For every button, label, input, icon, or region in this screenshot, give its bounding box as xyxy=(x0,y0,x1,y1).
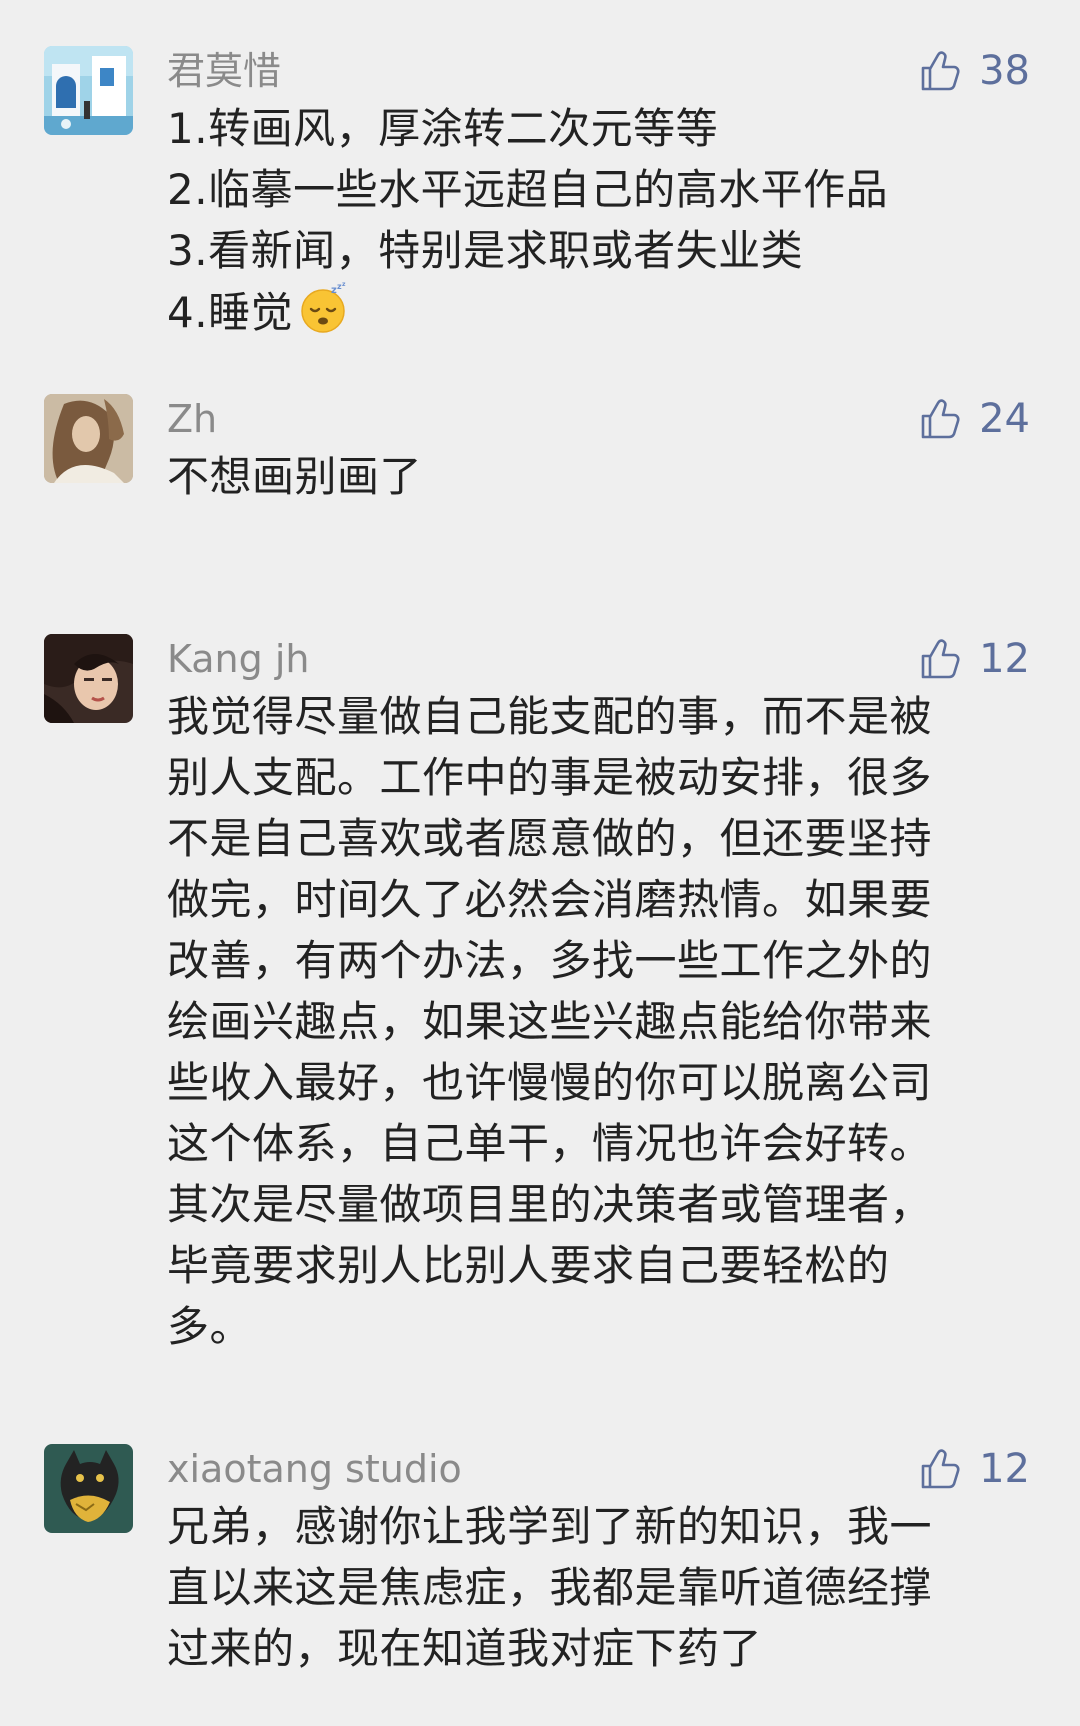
comment-line-with-emoji: 4.睡觉 z z z xyxy=(167,281,1017,343)
like-count: 24 xyxy=(979,396,1030,442)
comment-line: 多。 xyxy=(167,1302,253,1351)
comment-line: 2.临摹一些水平远超自己的高水平作品 xyxy=(167,165,889,214)
thumbs-up-icon xyxy=(921,1449,960,1489)
comment-line: 我觉得尽量做自己能支配的事，而不是被 xyxy=(167,692,933,741)
svg-text:z: z xyxy=(342,281,346,288)
comment-line: 4.睡觉 xyxy=(167,288,294,337)
comment-text: 1.转画风，厚涂转二次元等等 2.临摹一些水平远超自己的高水平作品 3.看新闻，… xyxy=(167,98,1017,343)
comment-text: 我觉得尽量做自己能支配的事，而不是被 别人支配。工作中的事是被动安排，很多 不是… xyxy=(167,686,1017,1357)
comment-line: 做完，时间久了必然会消磨热情。如果要 xyxy=(167,875,933,924)
comment-line: 不想画别画了 xyxy=(167,452,423,501)
avatar[interactable] xyxy=(44,46,133,135)
comment-line: 别人支配。工作中的事是被动安排，很多 xyxy=(167,753,933,802)
username[interactable]: Kang jh xyxy=(167,634,309,684)
comment-line: 过来的，现在知道我对症下药了 xyxy=(167,1624,763,1673)
sleeping-face-emoji: z z z xyxy=(301,281,346,333)
username[interactable]: Zh xyxy=(167,394,217,444)
comment-line: 1.转画风，厚涂转二次元等等 xyxy=(167,104,719,153)
like-count: 12 xyxy=(979,1446,1030,1492)
comment-line: 直以来这是焦虑症，我都是靠听道德经撑 xyxy=(167,1563,933,1612)
like-button[interactable]: 38 xyxy=(919,46,1030,96)
comment-text: 不想画别画了 xyxy=(167,446,1017,507)
comment-line: 毕竟要求别人比别人要求自己要轻松的 xyxy=(167,1241,890,1290)
comment-text: 兄弟，感谢你让我学到了新的知识，我一 直以来这是焦虑症，我都是靠听道德经撑 过来… xyxy=(167,1496,1017,1679)
comment-line: 其次是尽量做项目里的决策者或管理者， xyxy=(167,1180,933,1229)
comment-line: 绘画兴趣点，如果这些兴趣点能给你带来 xyxy=(167,997,933,1046)
like-button[interactable]: 12 xyxy=(919,1444,1030,1494)
comment-line: 3.看新闻，特别是求职或者失业类 xyxy=(167,226,804,275)
avatar[interactable] xyxy=(44,634,133,723)
like-count: 38 xyxy=(979,48,1030,94)
comment-line: 不是自己喜欢或者愿意做的，但还要坚持 xyxy=(167,814,933,863)
like-button[interactable]: 12 xyxy=(919,634,1030,684)
username[interactable]: 君莫惜 xyxy=(167,46,281,96)
comment-line: 改善，有两个办法，多找一些工作之外的 xyxy=(167,936,933,985)
comment-line: 这个体系，自己单干，情况也许会好转。 xyxy=(167,1119,933,1168)
avatar[interactable] xyxy=(44,1444,133,1533)
like-button[interactable]: 24 xyxy=(919,394,1030,444)
comment-line: 兄弟，感谢你让我学到了新的知识，我一 xyxy=(167,1502,933,1551)
comment-line: 些收入最好，也许慢慢的你可以脱离公司 xyxy=(167,1058,933,1107)
thumbs-up-icon xyxy=(921,51,960,91)
like-count: 12 xyxy=(979,636,1030,682)
thumbs-up-icon xyxy=(921,639,960,679)
thumbs-up-icon xyxy=(921,399,960,439)
username[interactable]: xiaotang studio xyxy=(167,1444,462,1494)
avatar[interactable] xyxy=(44,394,133,483)
